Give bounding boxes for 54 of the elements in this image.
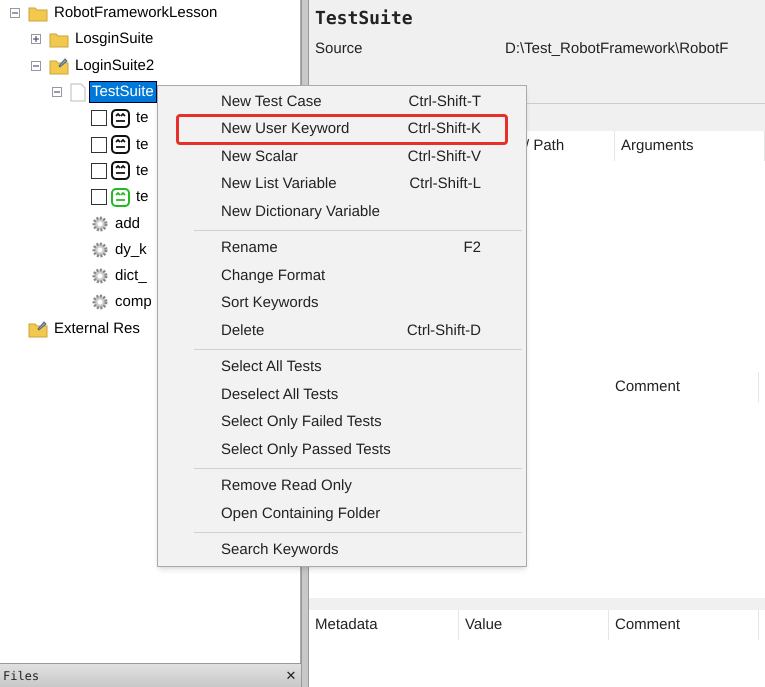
panel-title: Files	[3, 668, 40, 684]
checkbox[interactable]	[91, 189, 107, 206]
gear-icon	[91, 214, 109, 233]
tree-item[interactable]: te	[134, 134, 151, 155]
source-label: Source	[315, 39, 364, 59]
menu-item[interactable]: Select All Tests	[176, 354, 508, 381]
column-header: Metadata	[309, 610, 459, 640]
menu-item[interactable]: New Scalar Ctrl-Shift-V	[176, 143, 508, 170]
tree-item[interactable]: LoginSuite2	[73, 56, 156, 76]
menu-item[interactable]: Open Containing Folder	[176, 500, 508, 528]
column-header: Value	[459, 610, 609, 640]
menu-item[interactable]: New List Variable Ctrl-Shift-L	[176, 170, 508, 198]
menu-item[interactable]: New Test Case Ctrl-Shift-T	[176, 88, 508, 116]
gear-icon	[91, 240, 109, 259]
column-header: Comment	[609, 372, 759, 402]
collapse-icon[interactable]	[52, 87, 62, 98]
column-header: Comment	[609, 610, 759, 640]
checkbox[interactable]	[91, 162, 107, 179]
menu-item[interactable]: New Dictionary Variable	[176, 198, 508, 226]
checkbox[interactable]	[91, 110, 107, 126]
tree-item[interactable]: dy_k	[113, 240, 149, 260]
tree-item[interactable]: add	[113, 214, 142, 234]
column-header: Arguments	[615, 131, 765, 161]
menu-item[interactable]: Search Keywords	[176, 536, 508, 564]
tree-item[interactable]: dict_	[113, 266, 149, 286]
checkbox[interactable]	[91, 136, 107, 153]
collapse-icon[interactable]	[10, 8, 20, 18]
tree-item[interactable]: te	[134, 187, 151, 208]
menu-item[interactable]: Select Only Passed Tests	[176, 436, 508, 464]
tree-item[interactable]: External Res	[52, 318, 142, 339]
close-button[interactable]: ✕	[283, 666, 298, 686]
tree-item[interactable]: te	[134, 108, 151, 128]
tree-item[interactable]: LosginSuite	[73, 29, 156, 50]
collapse-icon[interactable]	[31, 60, 41, 71]
menu-item[interactable]: New User Keyword Ctrl-Shift-K	[176, 114, 508, 144]
gear-icon	[91, 267, 109, 286]
tree-item[interactable]: RobotFrameworkLesson	[52, 3, 220, 24]
tree-item[interactable]: TestSuite	[90, 82, 156, 102]
menu-item[interactable]: Delete Ctrl-Shift-D	[176, 317, 508, 344]
tree-item[interactable]: te	[134, 160, 151, 181]
source-path: D:\Test_RobotFramework\RobotF	[505, 39, 728, 59]
menu-item[interactable]: Change Format	[176, 262, 508, 290]
menu-item[interactable]: Sort Keywords	[176, 290, 508, 317]
menu-item[interactable]: Remove Read Only	[176, 472, 508, 500]
menu-item[interactable]: Rename F2	[176, 234, 508, 262]
tree-item[interactable]: comp	[113, 292, 154, 312]
menu-item[interactable]: Select Only Failed Tests	[176, 408, 508, 436]
folder-wrench-icon	[49, 56, 69, 75]
gear-icon	[91, 293, 109, 312]
menu-item[interactable]: Deselect All Tests	[176, 381, 508, 408]
file-icon	[70, 82, 86, 102]
expand-icon[interactable]	[31, 34, 41, 44]
folder-wrench-icon	[28, 320, 48, 338]
suite-title: TestSuite	[315, 7, 414, 31]
